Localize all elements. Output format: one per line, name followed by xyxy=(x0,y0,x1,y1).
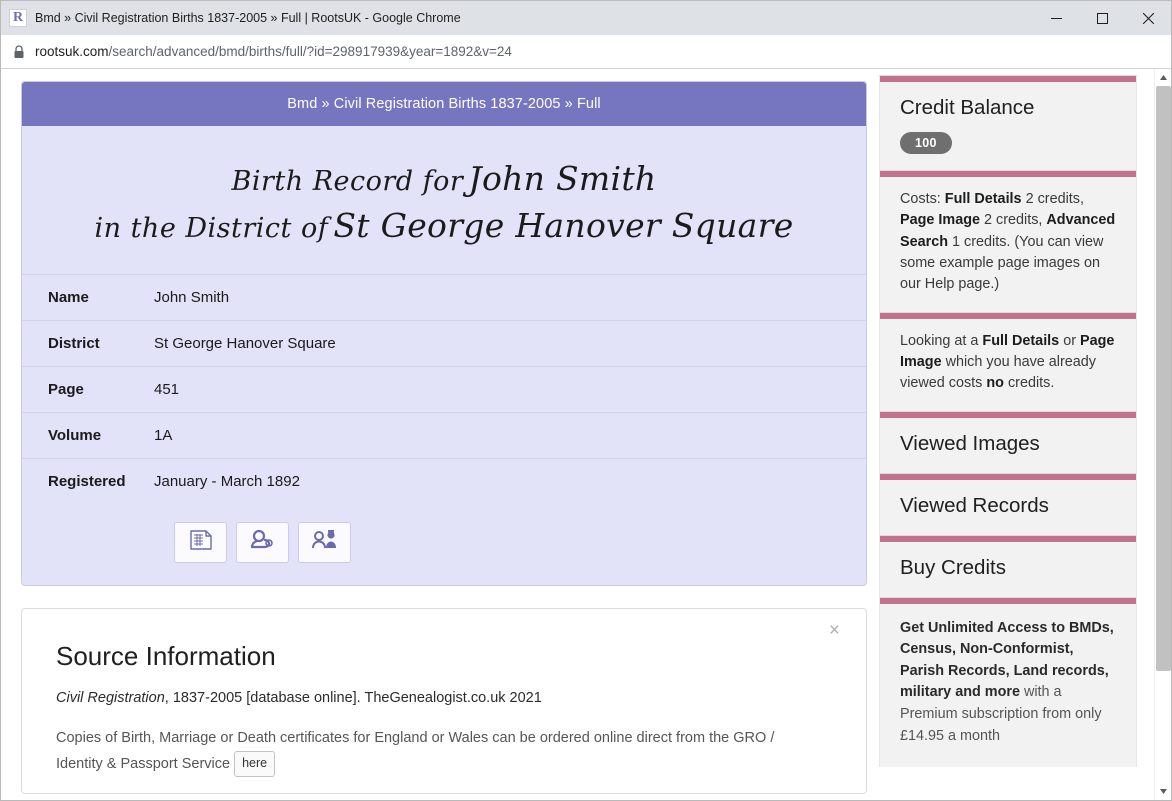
field-label-name: Name xyxy=(48,288,89,306)
premium-promo[interactable]: Get Unlimited Access to BMDs, Census, No… xyxy=(880,604,1136,768)
table-row: District St George Hanover Square xyxy=(22,320,866,366)
field-value-district: St George Hanover Square xyxy=(154,334,336,352)
divider xyxy=(880,410,1136,418)
costs-item1-value: 2 credits, xyxy=(1025,191,1084,207)
page-content: Bmd » Civil Registration Births 1837-200… xyxy=(1,69,1171,800)
sidebar-box: Credit Balance 100 Costs: Full Details 2… xyxy=(879,75,1137,768)
viewed-bold-no: no xyxy=(986,375,1004,392)
maximize-button[interactable] xyxy=(1079,1,1125,35)
baby-icon xyxy=(250,529,276,556)
close-button[interactable] xyxy=(1125,1,1171,35)
divider xyxy=(880,596,1136,604)
field-value-page: 451 xyxy=(154,380,180,398)
sidebar-item-viewed-records[interactable]: Viewed Records xyxy=(880,480,1136,535)
address-bar[interactable]: rootsuk.com/search/advanced/bmd/births/f… xyxy=(35,44,512,59)
viewed-suffix: credits. xyxy=(1007,375,1055,392)
main-column: Bmd » Civil Registration Births 1837-200… xyxy=(1,75,867,800)
scroll-down-icon[interactable] xyxy=(1155,783,1171,800)
credit-balance-badge: 100 xyxy=(900,132,952,154)
table-row: Registered January - March 1892 xyxy=(22,458,866,504)
divider xyxy=(880,170,1136,177)
credit-balance-title: Credit Balance xyxy=(900,96,1035,119)
field-value-name: John Smith xyxy=(154,288,230,306)
source-citation-rest: , 1837-2005 [database online]. TheGeneal… xyxy=(164,689,542,706)
divider xyxy=(880,534,1136,542)
viewed-prefix: Looking at a xyxy=(900,332,979,349)
field-label-district: District xyxy=(48,334,100,352)
lock-icon xyxy=(13,44,25,59)
table-row: Page 451 xyxy=(22,366,866,412)
window-title: Bmd » Civil Registration Births 1837-200… xyxy=(35,11,461,25)
record-card: Bmd » Civil Registration Births 1837-200… xyxy=(21,81,867,586)
costs-item2-label: Page Image xyxy=(900,212,980,229)
source-information-card: × Source Information Civil Registration,… xyxy=(21,607,867,795)
divider xyxy=(880,75,1136,82)
record-breadcrumb: Bmd » Civil Registration Births 1837-200… xyxy=(22,82,866,126)
already-viewed-section: Looking at a Full Details or Page Image … xyxy=(880,319,1136,411)
family-button[interactable] xyxy=(298,521,351,563)
sidebar-item-buy-credits[interactable]: Buy Credits xyxy=(880,542,1136,597)
script-title-line-2: in the District of St George Hanover Squ… xyxy=(42,203,846,250)
window-controls xyxy=(1033,1,1171,35)
sidebar: Credit Balance 100 Costs: Full Details 2… xyxy=(867,75,1153,800)
url-path: /search/advanced/bmd/births/full/?id=298… xyxy=(108,44,512,59)
close-icon[interactable]: × xyxy=(829,621,840,640)
browser-titlebar: R Bmd » Civil Registration Births 1837-2… xyxy=(1,1,1171,35)
source-citation-title: Civil Registration xyxy=(56,689,165,706)
costs-section: Costs: Full Details 2 credits, Page Imag… xyxy=(880,177,1136,312)
script-title-district-prefix: in the District of xyxy=(94,212,329,244)
record-body: Birth Record for John Smith in the Distr… xyxy=(22,126,866,585)
url-domain: rootsuk.com xyxy=(35,44,109,59)
field-value-registered: January - March 1892 xyxy=(154,472,300,490)
scrollbar-thumb[interactable] xyxy=(1156,86,1171,671)
field-label-registered: Registered xyxy=(48,472,126,490)
source-body-text: Copies of Birth, Marriage or Death certi… xyxy=(56,729,775,772)
table-row: Name John Smith xyxy=(22,274,866,320)
script-title-district: St George Hanover Square xyxy=(333,205,794,245)
costs-prefix: Costs: xyxy=(900,191,941,207)
field-label-page: Page xyxy=(48,380,84,398)
costs-item3-value: 1 credits. xyxy=(952,233,1011,250)
costs-item1-label: Full Details xyxy=(944,191,1022,207)
divider xyxy=(880,311,1136,319)
divider xyxy=(880,472,1136,480)
sidebar-item-viewed-images[interactable]: Viewed Images xyxy=(880,418,1136,473)
family-icon xyxy=(311,529,339,556)
browser-toolbar: rootsuk.com/search/advanced/bmd/births/f… xyxy=(1,35,1171,69)
credit-balance-section: Credit Balance 100 xyxy=(880,82,1136,170)
source-body: Copies of Birth, Marriage or Death certi… xyxy=(56,726,816,778)
here-button[interactable]: here xyxy=(234,750,276,778)
birth-record-button[interactable] xyxy=(236,521,289,563)
field-value-volume: 1A xyxy=(154,426,173,444)
site-favicon-icon: R xyxy=(9,9,27,27)
scroll-up-icon[interactable] xyxy=(1155,69,1171,86)
record-detail-table: Name John Smith District St George Hanov… xyxy=(22,274,866,504)
page-viewport: Bmd » Civil Registration Births 1837-200… xyxy=(1,69,1171,800)
script-title-prefix: Birth Record for xyxy=(231,166,464,197)
promo-headline: Get Unlimited Access to BMDs, Census, No… xyxy=(900,619,1114,701)
viewed-mid-or: or xyxy=(1063,332,1076,349)
minimize-button[interactable] xyxy=(1033,1,1079,35)
table-row: Volume 1A xyxy=(22,412,866,458)
record-script-title: Birth Record for John Smith in the Distr… xyxy=(22,130,866,272)
viewed-bold-full-details: Full Details xyxy=(982,332,1060,349)
source-heading: Source Information xyxy=(56,640,276,671)
script-title-line-1: Birth Record for John Smith xyxy=(42,156,846,203)
record-action-buttons xyxy=(22,504,866,563)
script-title-person: John Smith xyxy=(468,159,657,198)
costs-item2-value: 2 credits, xyxy=(984,212,1043,229)
source-citation: Civil Registration, 1837-2005 [database … xyxy=(56,690,832,706)
page-image-button[interactable] xyxy=(174,521,227,563)
page-scrollbar[interactable] xyxy=(1154,69,1171,800)
page-image-icon xyxy=(189,529,213,556)
browser-window: R Bmd » Civil Registration Births 1837-2… xyxy=(0,0,1172,801)
field-label-volume: Volume xyxy=(48,426,102,444)
